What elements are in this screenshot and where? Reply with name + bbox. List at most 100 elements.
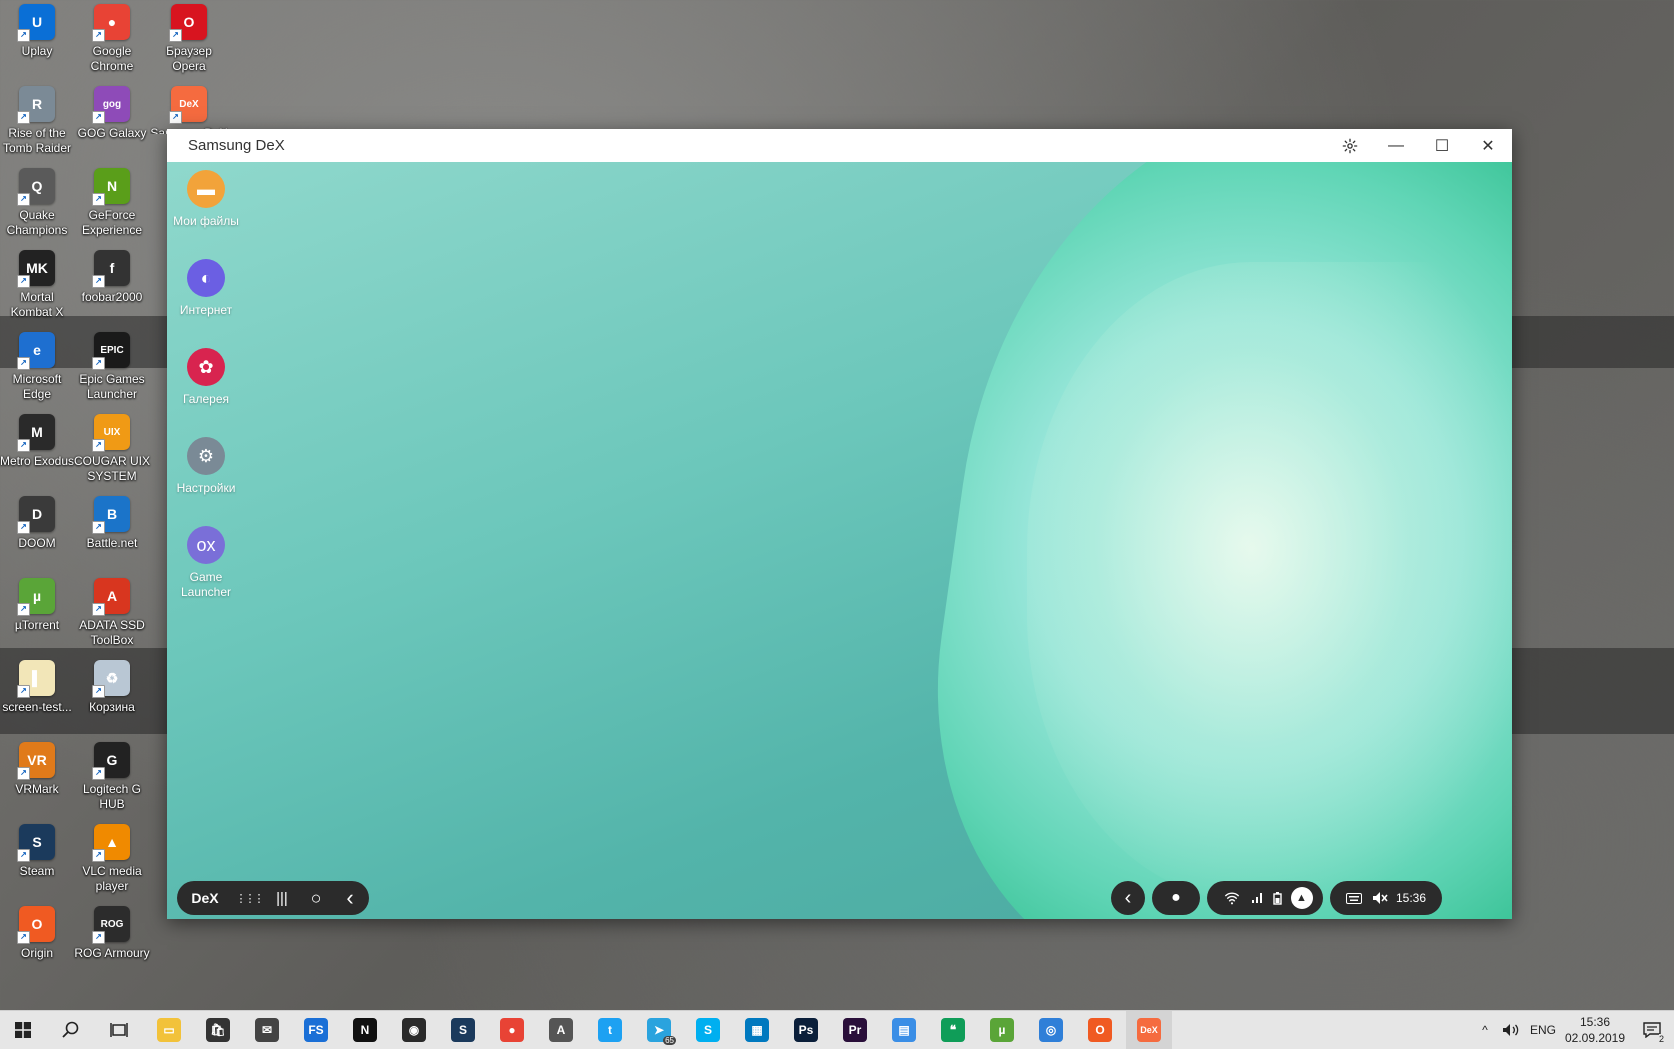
taskbar-app-button[interactable]: Pr <box>832 1011 878 1049</box>
dex-app-label: Game Launcher <box>180 570 232 599</box>
taskbar-clock[interactable]: 15:36 02.09.2019 <box>1562 1011 1628 1049</box>
dex-app-icon[interactable]: ⚙ Настройки <box>167 437 251 496</box>
desktop-icon[interactable]: µ ↗ µTorrent <box>0 578 76 633</box>
taskbar-app-button[interactable]: t <box>587 1011 633 1049</box>
window-titlebar[interactable]: Samsung DeX — ☐ ✕ <box>167 129 1512 162</box>
action-center-button[interactable]: 2 <box>1632 1011 1672 1049</box>
minimize-button[interactable]: — <box>1373 129 1419 162</box>
quick-status-button[interactable]: ▲ <box>1207 881 1323 915</box>
settings-button[interactable] <box>1327 129 1373 162</box>
dex-app-icon[interactable]: ✿ Галерея <box>167 348 251 407</box>
desktop-icon[interactable]: EPIC ↗ Epic Games Launcher <box>73 332 151 402</box>
dex-desktop[interactable]: ▬ Мои файлы ◐ Интернет ✿ Галерея ⚙ Настройки ox G… <box>167 162 1512 919</box>
desktop-icon[interactable]: ● ↗ Google Chrome <box>73 4 151 74</box>
task-view-button[interactable] <box>96 1011 142 1049</box>
desktop-icon[interactable]: e ↗ Microsoft Edge <box>0 332 76 402</box>
desktop-icon[interactable]: f ↗ foobar2000 <box>73 250 151 305</box>
desktop-icon[interactable]: N ↗ GeForce Experience <box>73 168 151 238</box>
shortcut-arrow-icon: ↗ <box>92 521 105 534</box>
hangouts-icon: ❝ <box>941 1018 965 1042</box>
desktop-icon[interactable]: A ↗ ADATA SSD ToolBox <box>73 578 151 648</box>
desktop-icon-label: Epic Games Launcher <box>79 372 145 401</box>
taskbar-app-button[interactable]: ▭ <box>146 1011 192 1049</box>
signal-icon <box>1251 893 1262 903</box>
taskbar-app-button[interactable]: ➤ 65 <box>636 1011 682 1049</box>
home-button[interactable]: ○ <box>299 881 333 915</box>
dex-app-icon[interactable]: ox Game Launcher <box>167 526 251 600</box>
volume-button[interactable] <box>1498 1011 1524 1049</box>
taskbar-app-button[interactable]: S <box>440 1011 486 1049</box>
desktop-icon-image: f ↗ <box>92 250 130 288</box>
taskbar-app-button[interactable]: FS <box>293 1011 339 1049</box>
desktop-icon[interactable]: O ↗ Origin <box>0 906 76 961</box>
desktop-icon[interactable]: UIX ↗ COUGAR UIX SYSTEM <box>73 414 151 484</box>
language-indicator[interactable]: ENG <box>1526 1011 1560 1049</box>
tray-overflow-button[interactable]: ^ <box>1474 1011 1496 1049</box>
desktop-icon[interactable]: ROG ↗ ROG Armoury <box>73 906 151 961</box>
taskbar-app-button[interactable]: ◎ <box>1028 1011 1074 1049</box>
desktop-icon[interactable]: MK ↗ Mortal Kombat X <box>0 250 76 320</box>
shortcut-arrow-icon: ↗ <box>17 849 30 862</box>
notification-button[interactable]: ● <box>1152 881 1200 915</box>
desktop-icon-label: Rise of the Tomb Raider <box>2 126 72 155</box>
taskbar-app-button[interactable]: DeX <box>1126 1011 1172 1049</box>
taskbar-app-button[interactable]: ▤ <box>881 1011 927 1049</box>
desktop-icon[interactable]: DeX↗Samsung DeX <box>150 86 228 134</box>
dex-app-icon[interactable]: ◐ Интернет <box>167 259 251 318</box>
desktop-icon-image: EPIC ↗ <box>92 332 130 370</box>
desktop-icon-image: R ↗ <box>17 86 55 124</box>
wifi-icon <box>1224 892 1239 905</box>
desktop-icon-image: ▌ ↗ <box>17 660 55 698</box>
desktop-icon[interactable]: ▌ ↗ screen-test... <box>0 660 76 715</box>
taskbar-app-button[interactable]: ▦ <box>734 1011 780 1049</box>
desktop-icon[interactable]: ▲ ↗ VLC media player <box>73 824 151 894</box>
trello-icon: ▦ <box>745 1018 769 1042</box>
back-icon: ‹ <box>346 885 354 910</box>
alienware-icon: A <box>549 1018 573 1042</box>
desktop-icon-label: Origin <box>20 946 53 960</box>
taskbar-app-button[interactable]: N <box>342 1011 388 1049</box>
recents-button[interactable]: ||| <box>265 881 299 915</box>
search-button[interactable] <box>48 1011 94 1049</box>
desktop-icon-label: Battle.net <box>86 536 138 550</box>
desktop-icon[interactable]: O ↗ Браузер Opera <box>150 4 228 74</box>
desktop-icon[interactable]: VR ↗ VRMark <box>0 742 76 797</box>
apps-button[interactable]: ⋮⋮⋮ <box>233 881 265 915</box>
taskbar-app-button[interactable]: S <box>685 1011 731 1049</box>
back-button[interactable]: ‹ <box>333 881 367 915</box>
desktop-icon[interactable]: ♻ ↗ Корзина <box>73 660 151 715</box>
desktop-icon[interactable]: Q ↗ Quake Champions <box>0 168 76 238</box>
taskbar-app-button[interactable]: ● <box>489 1011 535 1049</box>
taskbar-app-button[interactable]: ✉ <box>244 1011 290 1049</box>
desktop-icon[interactable]: G ↗ Logitech G HUB <box>73 742 151 812</box>
desktop-icon[interactable]: M ↗ Metro Exodus <box>0 414 76 469</box>
desktop-icon-label: GeForce Experience <box>81 208 143 237</box>
taskbar-app-button[interactable]: µ <box>979 1011 1025 1049</box>
desktop-icon[interactable]: S ↗ Steam <box>0 824 76 879</box>
desktop-icon-image: e ↗ <box>17 332 55 370</box>
taskbar-app-button[interactable]: ❝ <box>930 1011 976 1049</box>
maximize-button[interactable]: ☐ <box>1419 129 1465 162</box>
taskbar-app-button[interactable]: Ps <box>783 1011 829 1049</box>
dex-button[interactable]: DeX <box>177 881 233 915</box>
taskbar-app-button[interactable]: A <box>538 1011 584 1049</box>
taskbar-app-button[interactable]: 🛍 <box>195 1011 241 1049</box>
taskbar-app-button[interactable]: ◉ <box>391 1011 437 1049</box>
taskbar-app-button[interactable]: O <box>1077 1011 1123 1049</box>
desktop-icon[interactable]: gog ↗ GOG Galaxy <box>73 86 151 141</box>
clock-status-button[interactable]: 15:36 <box>1330 881 1442 915</box>
dex-clock: 15:36 <box>1395 891 1427 905</box>
desktop-icon[interactable]: D ↗ DOOM <box>0 496 76 551</box>
dex-app-icon[interactable]: ▬ Мои файлы <box>167 170 251 229</box>
desktop-icon[interactable]: R ↗ Rise of the Tomb Raider <box>0 86 76 156</box>
close-button[interactable]: ✕ <box>1465 129 1511 162</box>
dex-app-label: Интернет <box>179 303 233 317</box>
desktop-icon-label: DOOM <box>18 536 56 550</box>
desktop-icon-label: foobar2000 <box>81 290 143 304</box>
telegram-badge: 65 <box>663 1036 676 1045</box>
dex-nav-bar: DeX ⋮⋮⋮ ||| ○ ‹ <box>177 881 369 915</box>
desktop-icon[interactable]: U ↗ Uplay <box>0 4 76 59</box>
status-prev-button[interactable]: ‹ <box>1111 881 1145 915</box>
start-button[interactable] <box>0 1011 46 1049</box>
desktop-icon[interactable]: B ↗ Battle.net <box>73 496 151 551</box>
